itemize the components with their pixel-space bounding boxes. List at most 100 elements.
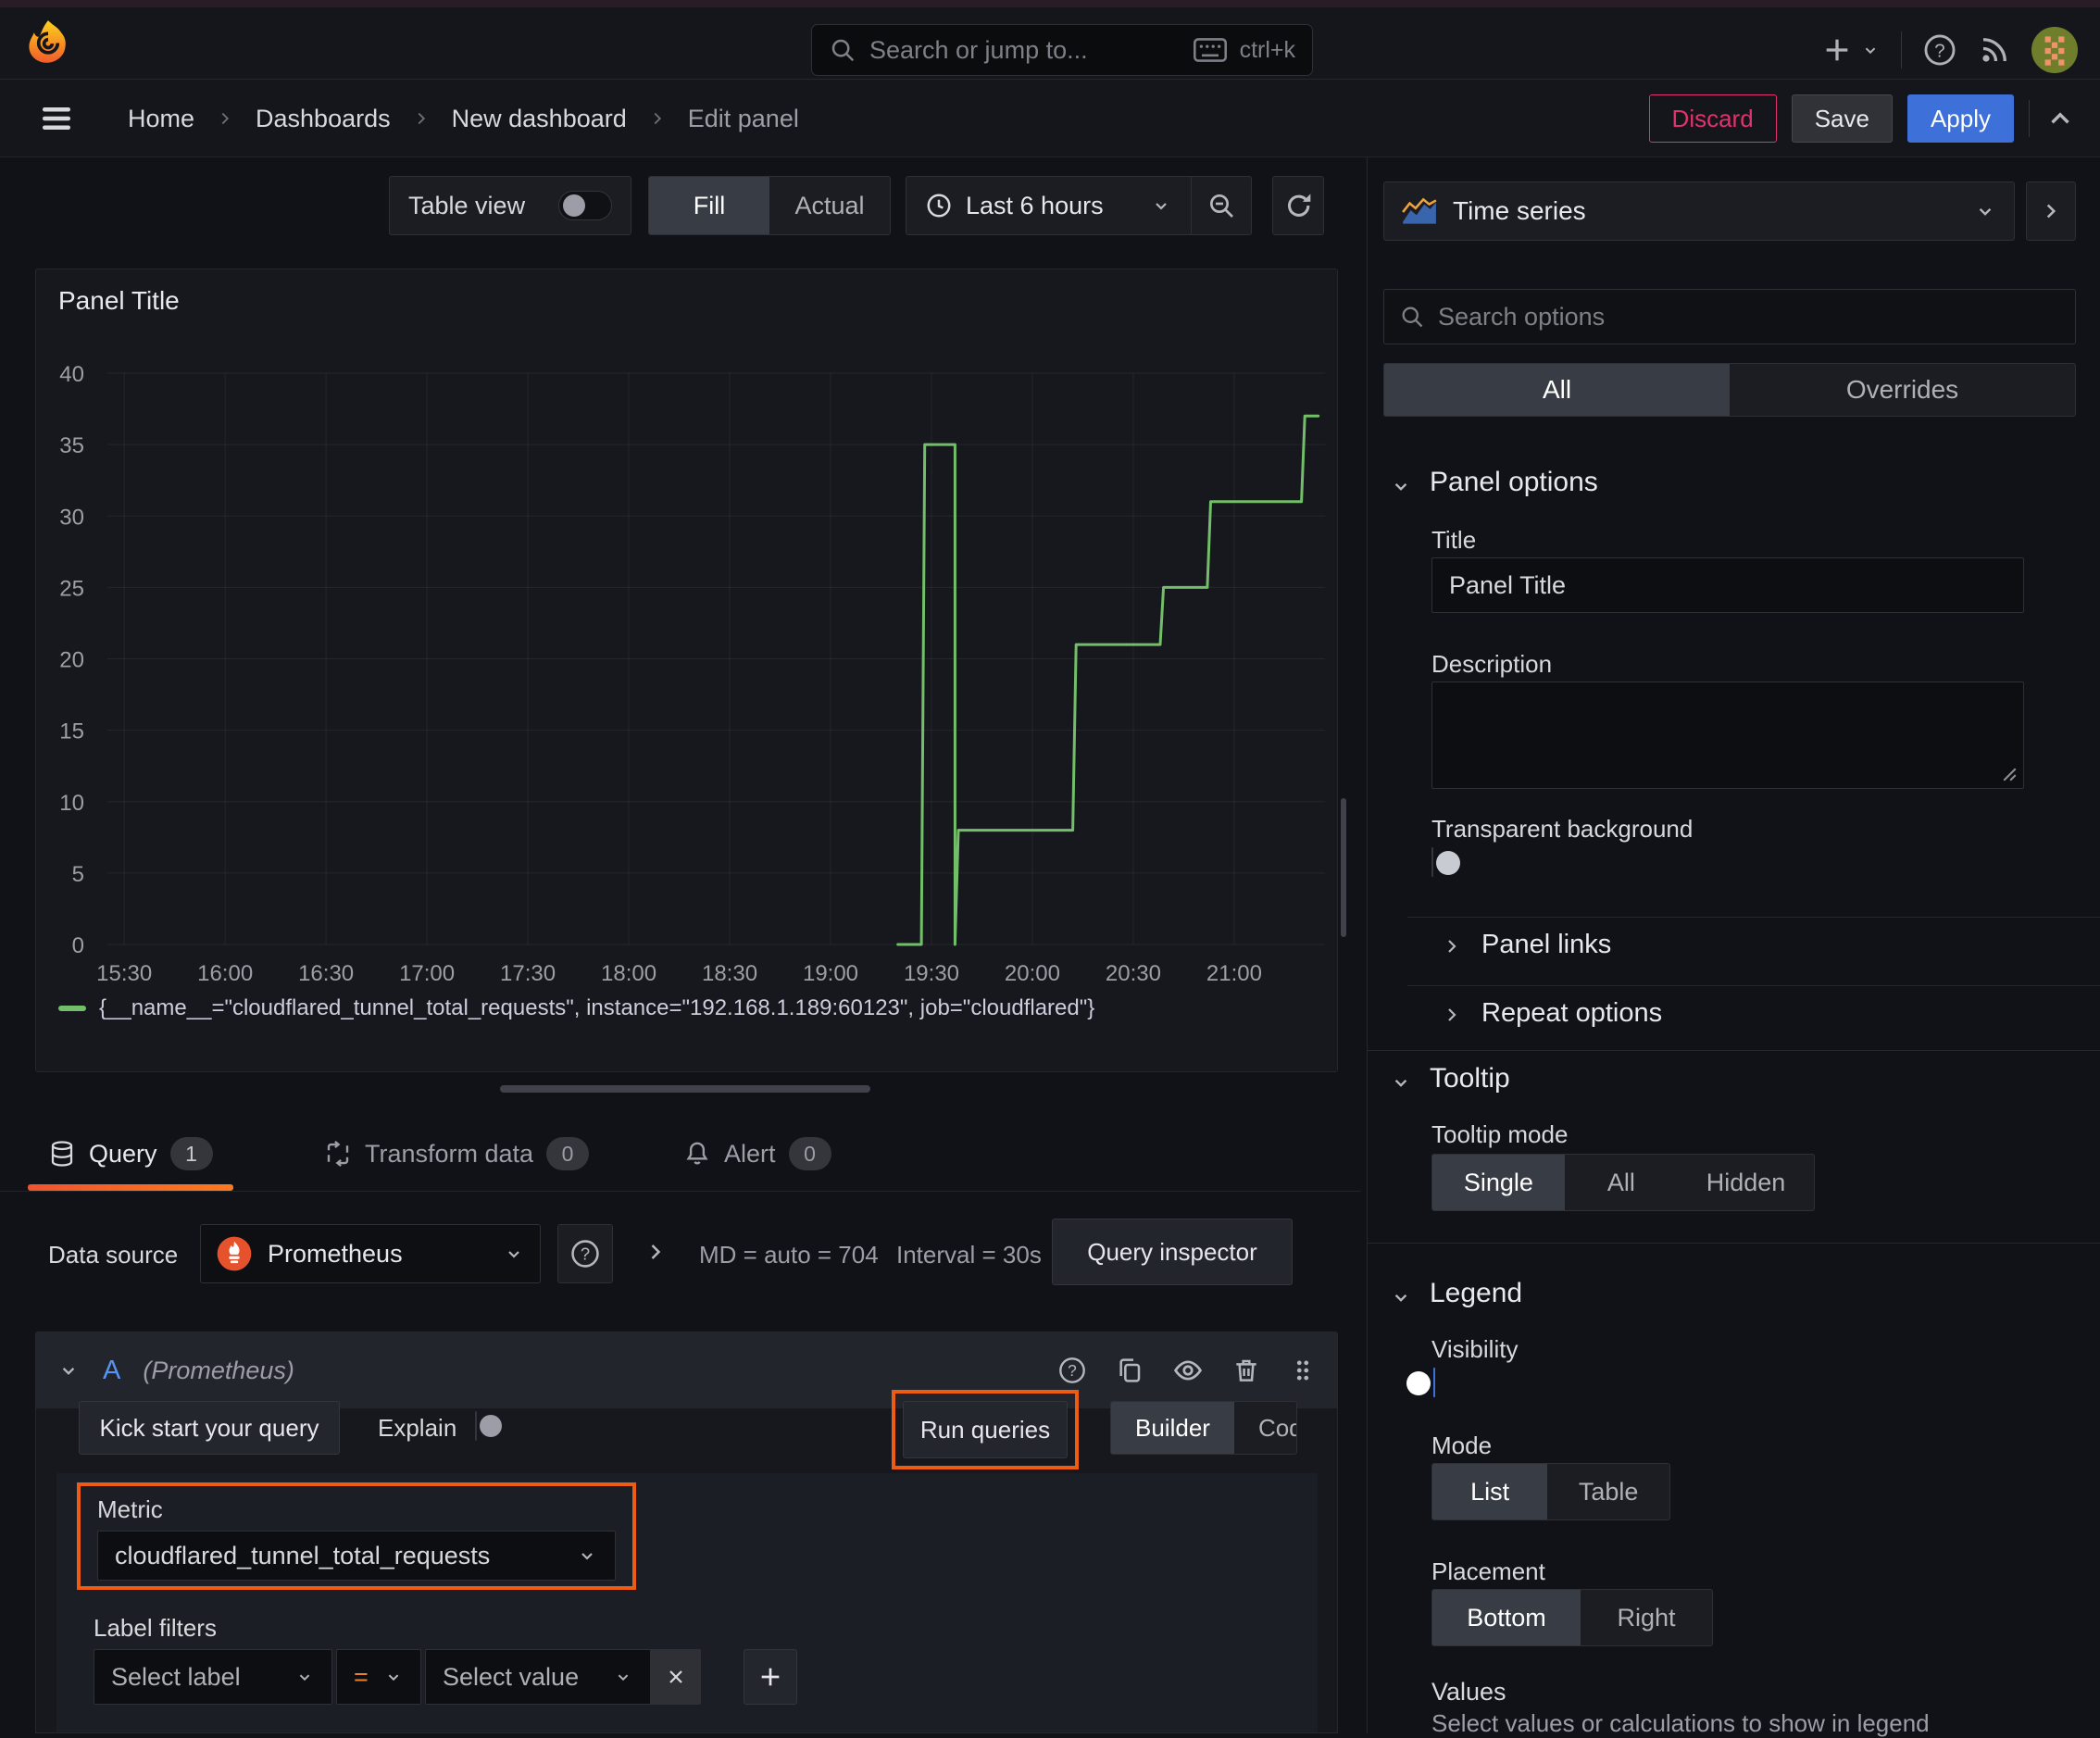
clock-icon — [925, 192, 953, 219]
divider — [2029, 100, 2030, 137]
section-divider — [1368, 1050, 2100, 1051]
legend-placement-right[interactable]: Right — [1581, 1590, 1712, 1645]
avatar[interactable] — [2031, 27, 2078, 73]
collapse-panel-chevron-up-icon[interactable] — [2044, 103, 2076, 134]
add-filter-button[interactable] — [744, 1649, 797, 1705]
select-value-dropdown[interactable]: Select value — [425, 1649, 651, 1705]
chart-legend[interactable]: {__name__="cloudflared_tunnel_total_requ… — [58, 995, 1094, 1021]
query-help-icon[interactable]: ? — [1057, 1356, 1087, 1385]
chevron-down-icon[interactable] — [56, 1358, 81, 1382]
textarea-resize-icon[interactable] — [1998, 763, 2017, 781]
operator-dropdown[interactable]: = — [336, 1649, 421, 1705]
select-label-dropdown[interactable]: Select label — [94, 1649, 332, 1705]
sidebar-divider — [1367, 157, 1368, 1733]
help-icon[interactable]: ? — [1922, 32, 1957, 68]
tooltip-mode-label: Tooltip mode — [1431, 1120, 1569, 1148]
table-view-control: Table view — [389, 176, 631, 235]
title-label: Title — [1431, 526, 1477, 554]
bell-icon — [683, 1140, 711, 1168]
svg-text:0: 0 — [72, 933, 84, 958]
chevron-down-icon[interactable] — [1389, 1070, 1413, 1094]
kickstart-query-button[interactable]: Kick start your query — [79, 1401, 340, 1455]
svg-text:25: 25 — [59, 576, 84, 601]
transparent-background-label: Transparent background — [1431, 815, 1694, 843]
table-view-toggle[interactable] — [558, 191, 612, 220]
chevron-right-icon — [2046, 204, 2056, 219]
legend-mode-table[interactable]: Table — [1547, 1464, 1669, 1519]
options-search[interactable]: Search options — [1383, 289, 2076, 344]
fill-option[interactable]: Fill — [649, 177, 769, 234]
database-icon — [48, 1140, 76, 1168]
tab-query[interactable]: Query 1 — [28, 1122, 233, 1191]
global-search[interactable]: Search or jump to... ctrl+k — [811, 24, 1313, 76]
collapse-options-chevron-icon[interactable] — [643, 1239, 669, 1265]
menu-hamburger-icon[interactable] — [39, 105, 74, 132]
datasource-picker[interactable]: Prometheus — [200, 1224, 541, 1283]
builder-option[interactable]: Builder — [1111, 1402, 1234, 1454]
delete-query-trash-icon[interactable] — [1231, 1356, 1261, 1385]
breadcrumb-bar: Home Dashboards New dashboard Edit panel… — [0, 80, 2100, 157]
tooltip-all-option[interactable]: All — [1565, 1155, 1678, 1210]
chevron-right-icon — [647, 108, 668, 129]
window-edge-strip — [0, 0, 2100, 7]
breadcrumb-home[interactable]: Home — [128, 105, 194, 133]
run-queries-button[interactable]: Run queries — [903, 1401, 1068, 1458]
grafana-logo[interactable] — [24, 19, 72, 67]
chevron-down-icon — [294, 1667, 315, 1687]
hide-query-eye-icon[interactable] — [1172, 1355, 1204, 1386]
tab-transform[interactable]: Transform data 0 — [304, 1122, 609, 1185]
code-option[interactable]: Code — [1234, 1402, 1296, 1454]
transparent-background-toggle[interactable] — [1431, 847, 1460, 877]
svg-text:20:30: 20:30 — [1106, 961, 1161, 986]
tab-overrides[interactable]: Overrides — [1730, 364, 2075, 416]
duplicate-query-icon[interactable] — [1115, 1356, 1144, 1385]
datasource-help-button[interactable]: ? — [557, 1224, 613, 1283]
chevron-right-icon[interactable] — [1441, 935, 1463, 957]
scrollbar-thumb[interactable] — [1341, 798, 1346, 937]
tooltip-hidden-option[interactable]: Hidden — [1678, 1155, 1814, 1210]
panel-options-header[interactable]: Panel options — [1430, 467, 1598, 498]
time-range-picker[interactable]: Last 6 hours — [906, 192, 1191, 220]
timeseries-chart[interactable]: 15:30 16:00 16:30 17:00 17:30 18:00 18:30 19:00… — [36, 329, 1339, 992]
legend-mode-list[interactable]: List — [1432, 1464, 1548, 1519]
apply-button[interactable]: Apply — [1906, 94, 2014, 143]
query-inspector-button[interactable]: Query inspector — [1052, 1219, 1293, 1285]
save-button[interactable]: Save — [1791, 94, 1893, 143]
legend-header[interactable]: Legend — [1430, 1278, 1522, 1309]
drag-grip-icon[interactable] — [1289, 1357, 1317, 1384]
panel-links-section[interactable]: Panel links — [1481, 930, 1611, 960]
discard-button[interactable]: Discard — [1648, 94, 1777, 143]
fill-actual-segmented: Fill Actual — [648, 176, 891, 235]
panel-title-input[interactable] — [1431, 557, 2024, 613]
chevron-down-icon[interactable] — [1389, 1285, 1413, 1309]
resize-drag-handle[interactable] — [500, 1085, 870, 1093]
breadcrumb-dashboards[interactable]: Dashboards — [256, 105, 391, 133]
repeat-options-section[interactable]: Repeat options — [1481, 998, 1662, 1029]
chevron-right-icon[interactable] — [1441, 1004, 1463, 1026]
description-label: Description — [1431, 650, 1553, 678]
legend-visibility-toggle[interactable] — [1406, 1368, 1435, 1397]
tooltip-single-option[interactable]: Single — [1432, 1155, 1565, 1210]
zoom-out-button[interactable] — [1192, 191, 1251, 220]
tooltip-header[interactable]: Tooltip — [1430, 1063, 1510, 1094]
add-button[interactable] — [1821, 34, 1881, 66]
remove-filter-button[interactable] — [651, 1649, 701, 1705]
chevron-down-icon[interactable] — [1389, 474, 1413, 498]
chart-x-labels: 15:30 16:00 16:30 17:00 17:30 18:00 18:30 19:00… — [96, 961, 1262, 986]
tab-all[interactable]: All — [1384, 364, 1730, 416]
breadcrumb-new-dashboard[interactable]: New dashboard — [452, 105, 627, 133]
explain-toggle[interactable] — [475, 1411, 502, 1441]
legend-values-label: Values — [1431, 1678, 1506, 1706]
refresh-button[interactable] — [1272, 176, 1324, 235]
news-rss-icon[interactable] — [1978, 33, 2011, 67]
app-header: Search or jump to... ctrl+k ? — [0, 7, 2100, 80]
tab-alert[interactable]: Alert 0 — [663, 1122, 852, 1185]
description-textarea[interactable] — [1431, 681, 2024, 789]
metric-select[interactable]: cloudflared_tunnel_total_requests — [97, 1531, 616, 1581]
actual-option[interactable]: Actual — [769, 177, 890, 234]
visualization-picker[interactable]: Time series — [1383, 181, 2015, 241]
svg-text:17:00: 17:00 — [399, 961, 455, 986]
legend-placement-bottom[interactable]: Bottom — [1432, 1590, 1581, 1645]
viz-suggestions-button[interactable] — [2026, 181, 2076, 241]
query-row-header[interactable]: A (Prometheus) ? — [36, 1332, 1337, 1408]
